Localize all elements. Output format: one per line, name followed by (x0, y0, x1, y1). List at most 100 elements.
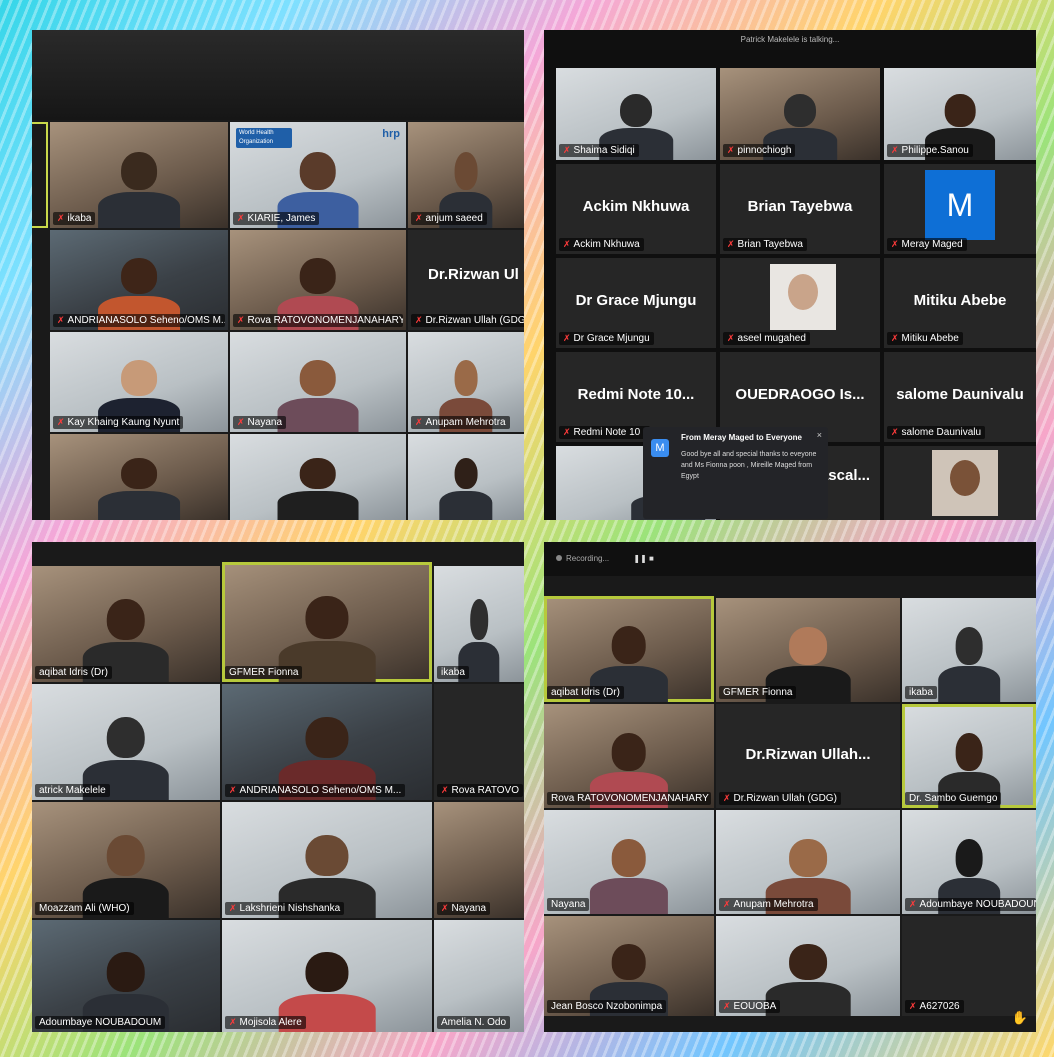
video-tile[interactable]: Amelia N. Odo (434, 920, 524, 1032)
video-tile[interactable]: ✗ Lakshrieni Nishshanka (222, 802, 432, 918)
video-tile[interactable]: Moazzam Ali (WHO) (32, 802, 220, 918)
video-tile[interactable]: ✗ aseel mugahed (720, 258, 880, 348)
video-tile[interactable]: ✗ Nayana (434, 802, 524, 918)
video-tile[interactable]: Nayana (544, 810, 714, 914)
video-tile[interactable] (230, 434, 406, 520)
mic-muted-icon: ✗ (563, 145, 571, 155)
chat-title: From Meray Maged to Everyone (681, 433, 802, 442)
video-tile[interactable]: Dr.Rizwan Ul ✗ Dr.Rizwan Ullah (GDG) (408, 230, 524, 330)
active-speaker-edge (32, 122, 48, 228)
participant-name: ✗ salome Daunivalu (887, 426, 986, 439)
hand-icon[interactable]: ✋ (1012, 1010, 1028, 1026)
video-tile[interactable]: Brian Tayebwa ✗ Brian Tayebwa (720, 164, 880, 254)
video-tile[interactable]: GFMER Fionna (716, 598, 900, 702)
video-tile[interactable]: ✗ Rova RATOVO (434, 684, 524, 800)
video-tile[interactable]: ✗ pinnochiogh (720, 68, 880, 160)
participant-display-name: salome Daunivalu (896, 386, 1024, 404)
video-tile[interactable]: Dr. Sambo Guemgo (902, 704, 1036, 808)
participant-name: ✗ Dr Grace Mjungu (559, 332, 654, 345)
video-tile[interactable]: ✗ Adoumbaye NOUBADOUN (902, 810, 1036, 914)
participant-display-name: Dr.Rizwan Ul (428, 266, 519, 283)
participant-name: ✗ ANDRIANASOLO Seheno/OMS M... (53, 314, 225, 327)
video-tile[interactable]: ✗ Rova RATOVONOMENJANAHARY (230, 230, 406, 330)
participant-name: ikaba (905, 686, 937, 699)
video-tile[interactable]: ✗ Shaima Sidiqi (556, 68, 716, 160)
participant-name: Rova RATOVONOMENJANAHARY (547, 792, 712, 805)
meeting-panel-bottom-left: aqibat Idris (Dr) GFMER Fionna ikaba atr… (32, 542, 524, 1032)
video-tile[interactable]: ✗ Philippe.Sanou (884, 68, 1036, 160)
video-tile[interactable]: atrick Makelele (32, 684, 220, 800)
video-tile[interactable]: ✗ Anupam Mehrotra (408, 332, 524, 432)
participant-name: ✗ Brian Tayebwa (723, 238, 807, 251)
video-tile[interactable]: Ackim Nkhuwa ✗ Ackim Nkhuwa (556, 164, 716, 254)
video-tile[interactable]: ✗ ANDRIANASOLO Seheno/OMS M... (222, 684, 432, 800)
mic-muted-icon: ✗ (237, 213, 245, 223)
video-tile[interactable] (884, 446, 1036, 520)
participant-name: ✗ pinnochiogh (723, 144, 796, 157)
video-tile[interactable]: ✗ EOUOBA (716, 916, 900, 1016)
participant-name: ✗ KIARIE, James (233, 212, 320, 225)
mic-muted-icon: ✗ (891, 239, 899, 249)
video-tile[interactable]: M ✗ Meray Maged (884, 164, 1036, 254)
video-tile[interactable]: ✗ Anupam Mehrotra (716, 810, 900, 914)
mic-muted-icon: ✗ (727, 145, 735, 155)
participant-name: ✗ Redmi Note 10 I (559, 426, 650, 439)
participant-name: ✗ Dr.Rizwan Ullah (GDG) (411, 314, 524, 327)
video-tile[interactable]: GFMER Fionna (222, 562, 432, 682)
participant-silhouette (439, 453, 493, 520)
participant-name: ✗ Ackim Nkhuwa (559, 238, 644, 251)
video-tile[interactable]: ikaba (902, 598, 1036, 702)
video-tile[interactable]: Dr Grace Mjungu ✗ Dr Grace Mjungu (556, 258, 716, 348)
chat-notification[interactable]: M × From Meray Maged to Everyone Good by… (643, 427, 828, 519)
video-tile[interactable]: ✗ A627026 (902, 916, 1036, 1016)
avatar: M (925, 170, 995, 240)
video-tile[interactable]: salome Daunivalu ✗ salome Daunivalu (884, 352, 1036, 442)
video-tile[interactable]: ✗ Kay Khaing Kaung Nyunt (50, 332, 228, 432)
mic-muted-icon: ✗ (563, 333, 571, 343)
participant-name: Moazzam Ali (WHO) (35, 902, 134, 915)
video-tile[interactable] (408, 434, 524, 520)
mic-muted-icon: ✗ (415, 417, 423, 427)
video-tile[interactable]: ✗ Mojisola Alere (222, 920, 432, 1032)
video-tile[interactable]: ✗ ANDRIANASOLO Seheno/OMS M... (50, 230, 228, 330)
video-tile[interactable]: ✗ ikaba (50, 122, 228, 228)
meeting-panel-top-right: Patrick Makelele is talking... ✗ Shaima S… (544, 30, 1036, 520)
video-tile[interactable]: Jean Bosco Nzobonimpa (544, 916, 714, 1016)
video-tile[interactable]: aqibat Idris (Dr) (32, 566, 220, 682)
participant-name: Amelia N. Odo (437, 1016, 511, 1029)
participant-name: ✗ Philippe.Sanou (887, 144, 973, 157)
participant-name: Dr. Sambo Guemgo (905, 792, 1002, 805)
video-tile[interactable]: aqibat Idris (Dr) (544, 596, 714, 702)
participant-name: ✗ Mojisola Alere (225, 1016, 306, 1029)
video-tile[interactable]: Rova RATOVONOMENJANAHARY (544, 704, 714, 808)
participant-silhouette (98, 145, 180, 228)
video-tile[interactable]: ikaba (434, 566, 524, 682)
participant-name: GFMER Fionna (719, 686, 797, 699)
participant-silhouette (277, 354, 359, 432)
participant-silhouette (98, 453, 180, 520)
close-icon[interactable]: × (817, 430, 822, 440)
participant-name: ✗ ANDRIANASOLO Seheno/OMS M... (225, 784, 406, 797)
video-tile[interactable]: ✗ Nayana (230, 332, 406, 432)
mic-muted-icon: ✗ (563, 427, 571, 437)
video-tile[interactable]: Mitiku Abebe ✗ Mitiku Abebe (884, 258, 1036, 348)
talking-indicator: Patrick Makelele is talking... (544, 30, 1036, 50)
participant-display-name: Ackim Nkhuwa (582, 198, 690, 216)
video-tile[interactable]: Dr.Rizwan Ullah... ✗ Dr.Rizwan Ullah (GDG… (716, 704, 900, 808)
participant-name: ✗ Adoumbaye NOUBADOUN (905, 898, 1036, 911)
participant-name: ✗ Dr.Rizwan Ullah (GDG) (719, 792, 841, 805)
recording-controls[interactable]: ❚❚ ■ (633, 554, 653, 563)
video-tile[interactable]: ✗ anjum saeed (408, 122, 524, 228)
video-tile[interactable]: Adoumbaye NOUBADOUM (32, 920, 220, 1032)
participant-display-name: Dr.Rizwan Ullah... (745, 745, 871, 763)
participant-name: ✗ Nayana (437, 902, 491, 915)
video-tile[interactable]: World Health Organization hrp ✗ KIARIE, J… (230, 122, 406, 228)
mic-muted-icon: ✗ (229, 1017, 237, 1027)
meeting-panel-bottom-right: Recording... ❚❚ ■ aqibat Idris (Dr) GFME… (544, 542, 1036, 1032)
mic-muted-icon: ✗ (723, 1001, 731, 1011)
participant-silhouette (277, 453, 359, 520)
mic-muted-icon: ✗ (57, 315, 65, 325)
participant-display-name: OUEDRAOGO Is... (735, 386, 865, 404)
mic-muted-icon: ✗ (415, 315, 423, 325)
video-tile[interactable] (50, 434, 228, 520)
